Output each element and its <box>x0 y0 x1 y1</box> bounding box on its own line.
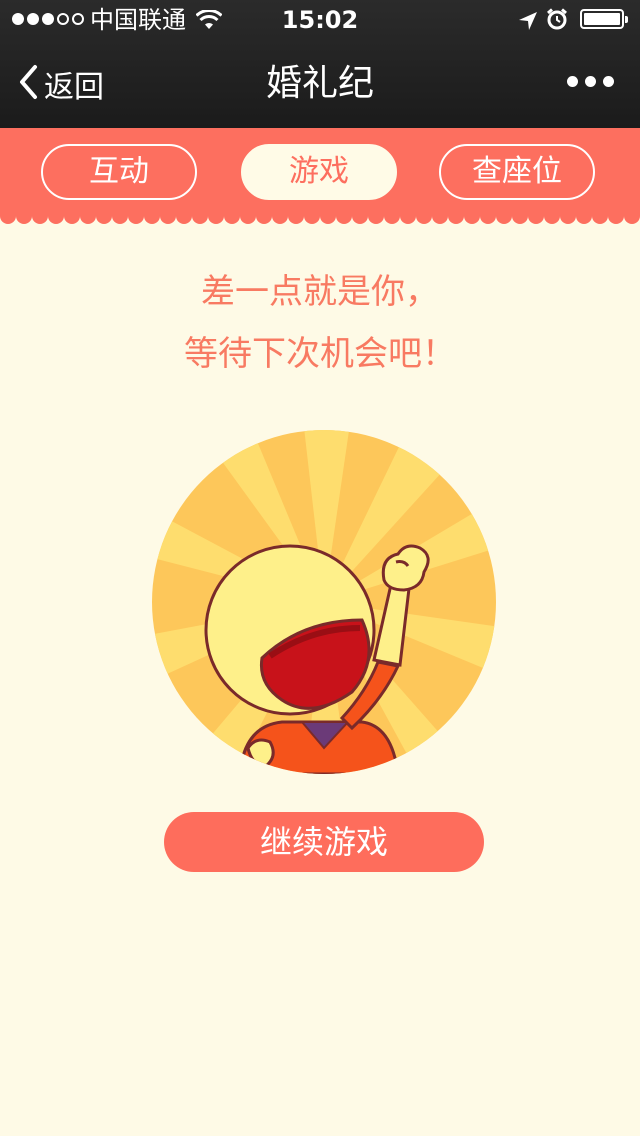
navigation-bar: 返回 婚礼纪 <box>0 40 640 128</box>
result-message-line-1: 差一点就是你， <box>201 272 439 312</box>
location-arrow-icon <box>518 9 538 37</box>
more-dots-icon[interactable] <box>567 76 614 87</box>
cheering-character-illustration <box>152 430 496 774</box>
status-bar: 中国联通 15:02 <box>0 0 640 40</box>
tab-bar: 互动 游戏 查座位 <box>0 128 640 212</box>
top-chrome: 中国联通 15:02 返回 婚礼纪 <box>0 0 640 128</box>
alarm-clock-icon <box>546 8 568 36</box>
result-message-line-2: 等待下次机会吧！ <box>184 334 456 374</box>
tab-find-seat[interactable]: 查座位 <box>439 144 595 200</box>
tab-game[interactable]: 游戏 <box>241 144 397 200</box>
tab-bar-scallop-edge <box>0 212 640 224</box>
battery-icon <box>580 9 628 29</box>
continue-game-button[interactable]: 继续游戏 <box>164 812 484 872</box>
tab-interaction[interactable]: 互动 <box>41 144 197 200</box>
status-time: 15:02 <box>281 6 359 34</box>
page-title: 婚礼纪 <box>265 63 374 104</box>
